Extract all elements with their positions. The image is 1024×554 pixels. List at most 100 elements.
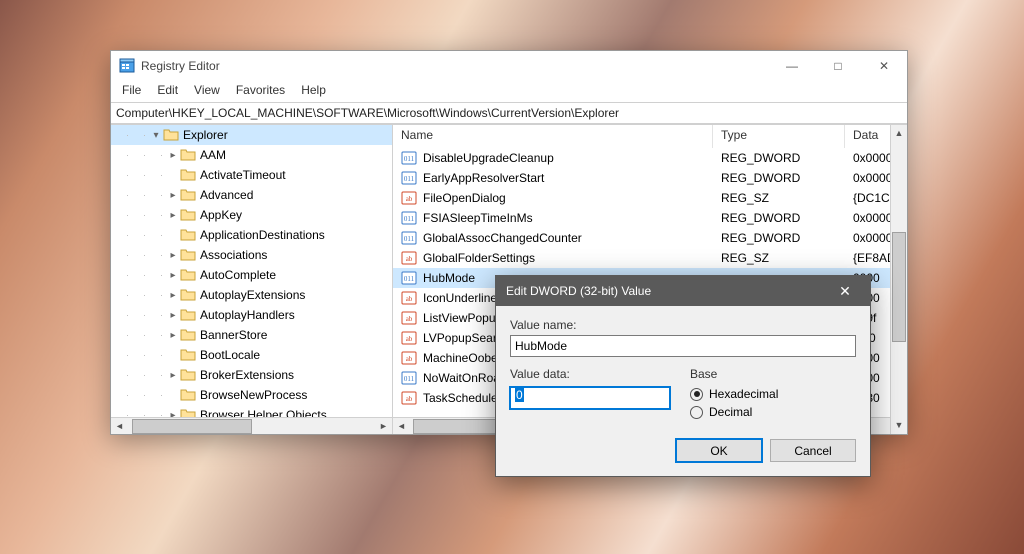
value-type: REG_DWORD bbox=[713, 231, 845, 245]
svg-text:011: 011 bbox=[404, 375, 415, 383]
value-name: ListViewPopup bbox=[423, 311, 502, 325]
maximize-button[interactable]: □ bbox=[815, 51, 861, 81]
tree-item[interactable]: BrowseNewProcess bbox=[111, 385, 392, 405]
tree-item-label: AppKey bbox=[200, 208, 242, 222]
value-data-label: Value data: bbox=[510, 367, 570, 381]
tree-item-label: BrokerExtensions bbox=[200, 368, 294, 382]
tree-item-label: Explorer bbox=[183, 128, 228, 142]
value-name: FileOpenDialog bbox=[423, 191, 506, 205]
list-row[interactable]: abGlobalFolderSettingsREG_SZ{EF8AD bbox=[393, 248, 907, 268]
ok-button[interactable]: OK bbox=[676, 439, 762, 462]
close-button[interactable]: ✕ bbox=[861, 51, 907, 81]
menu-help[interactable]: Help bbox=[294, 81, 333, 102]
list-headers: Name Type Data bbox=[393, 125, 907, 148]
value-data-selection: 0 bbox=[515, 388, 524, 402]
menu-view[interactable]: View bbox=[187, 81, 227, 102]
list-row[interactable]: abFileOpenDialogREG_SZ{DC1C! bbox=[393, 188, 907, 208]
tree-item[interactable]: ▸BrokerExtensions bbox=[111, 365, 392, 385]
tree-item-label: AutoComplete bbox=[200, 268, 276, 282]
dialog-close-button[interactable]: ✕ bbox=[830, 283, 860, 300]
svg-text:ab: ab bbox=[406, 295, 413, 303]
dialog-title: Edit DWORD (32-bit) Value bbox=[506, 284, 830, 298]
tree-item[interactable]: ▸Advanced bbox=[111, 185, 392, 205]
svg-text:011: 011 bbox=[404, 215, 415, 223]
value-data-input[interactable] bbox=[510, 387, 670, 409]
tree-item-label: BootLocale bbox=[200, 348, 260, 362]
list-row[interactable]: 011EarlyAppResolverStartREG_DWORD0x0000 bbox=[393, 168, 907, 188]
tree-item[interactable]: ActivateTimeout bbox=[111, 165, 392, 185]
menu-edit[interactable]: Edit bbox=[150, 81, 185, 102]
scrollbar-thumb[interactable] bbox=[132, 419, 252, 434]
minimize-button[interactable]: — bbox=[769, 51, 815, 81]
address-bar[interactable]: Computer\HKEY_LOCAL_MACHINE\SOFTWARE\Mic… bbox=[111, 102, 907, 124]
radio-hex-label: Hexadecimal bbox=[709, 387, 778, 401]
scroll-left-icon[interactable]: ◄ bbox=[393, 421, 410, 431]
tree-item[interactable]: ▸Browser Helper Objects bbox=[111, 405, 392, 417]
base-label: Base bbox=[690, 367, 856, 381]
column-type[interactable]: Type bbox=[713, 125, 845, 148]
radio-decimal[interactable]: Decimal bbox=[690, 405, 856, 419]
svg-text:ab: ab bbox=[406, 255, 413, 263]
svg-text:ab: ab bbox=[406, 395, 413, 403]
tree-item[interactable]: ▾Explorer bbox=[111, 125, 392, 145]
tree-scroll[interactable]: ▾Explorer▸AAM ActivateTimeout ▸Advanced▸Ap… bbox=[111, 125, 392, 417]
value-type: REG_SZ bbox=[713, 251, 845, 265]
titlebar: Registry Editor — □ ✕ bbox=[111, 51, 907, 81]
value-type: REG_DWORD bbox=[713, 151, 845, 165]
scroll-left-icon[interactable]: ◄ bbox=[111, 421, 128, 431]
list-row[interactable]: 011DisableUpgradeCleanupREG_DWORD0x0000 bbox=[393, 148, 907, 168]
radio-dot-icon bbox=[690, 388, 703, 401]
tree-item-label: Associations bbox=[200, 248, 267, 262]
tree-item[interactable]: ▸AutoplayExtensions bbox=[111, 285, 392, 305]
cancel-button[interactable]: Cancel bbox=[770, 439, 856, 462]
list-vertical-scrollbar[interactable]: ▲ ▼ bbox=[890, 125, 907, 434]
value-name: IconUnderline bbox=[423, 291, 497, 305]
tree-item[interactable]: ▸Associations bbox=[111, 245, 392, 265]
svg-text:ab: ab bbox=[406, 355, 413, 363]
value-type: REG_DWORD bbox=[713, 171, 845, 185]
tree-item[interactable]: BootLocale bbox=[111, 345, 392, 365]
value-type: REG_SZ bbox=[713, 191, 845, 205]
value-name: GlobalFolderSettings bbox=[423, 251, 535, 265]
menu-favorites[interactable]: Favorites bbox=[229, 81, 292, 102]
radio-hexadecimal[interactable]: Hexadecimal bbox=[690, 387, 856, 401]
registry-icon bbox=[119, 58, 135, 74]
tree-item[interactable]: ▸BannerStore bbox=[111, 325, 392, 345]
tree-item[interactable]: ▸AAM bbox=[111, 145, 392, 165]
scroll-up-icon[interactable]: ▲ bbox=[891, 125, 907, 142]
list-row[interactable]: 011FSIASleepTimeInMsREG_DWORD0x0000 bbox=[393, 208, 907, 228]
window-title: Registry Editor bbox=[141, 59, 769, 73]
tree-item-label: BrowseNewProcess bbox=[200, 388, 307, 402]
list-row[interactable]: 011GlobalAssocChangedCounterREG_DWORD0x0… bbox=[393, 228, 907, 248]
tree-item-label: ApplicationDestinations bbox=[200, 228, 325, 242]
svg-text:011: 011 bbox=[404, 155, 415, 163]
tree-item-label: Browser Helper Objects bbox=[200, 408, 327, 417]
radio-dec-label: Decimal bbox=[709, 405, 752, 419]
tree-item-label: AutoplayExtensions bbox=[200, 288, 305, 302]
tree-horizontal-scrollbar[interactable]: ◄ ► bbox=[111, 417, 392, 434]
tree-item[interactable]: ▸AutoplayHandlers bbox=[111, 305, 392, 325]
scroll-down-icon[interactable]: ▼ bbox=[891, 417, 907, 434]
menu-file[interactable]: File bbox=[115, 81, 148, 102]
value-name: EarlyAppResolverStart bbox=[423, 171, 544, 185]
svg-text:011: 011 bbox=[404, 175, 415, 183]
scroll-right-icon[interactable]: ► bbox=[375, 421, 392, 431]
tree-item[interactable]: ▸AppKey bbox=[111, 205, 392, 225]
svg-text:ab: ab bbox=[406, 335, 413, 343]
dialog-titlebar[interactable]: Edit DWORD (32-bit) Value ✕ bbox=[496, 276, 870, 306]
value-name: DisableUpgradeCleanup bbox=[423, 151, 554, 165]
tree-item[interactable]: ▸AutoComplete bbox=[111, 265, 392, 285]
tree-item[interactable]: ApplicationDestinations bbox=[111, 225, 392, 245]
menubar: File Edit View Favorites Help bbox=[111, 81, 907, 102]
column-name[interactable]: Name bbox=[393, 125, 713, 148]
value-type: REG_DWORD bbox=[713, 211, 845, 225]
tree-item-label: ActivateTimeout bbox=[200, 168, 286, 182]
value-name-input[interactable] bbox=[510, 335, 856, 357]
tree-pane: ▾Explorer▸AAM ActivateTimeout ▸Advanced▸Ap… bbox=[111, 125, 393, 434]
radio-dot-icon bbox=[690, 406, 703, 419]
tree-item-label: AAM bbox=[200, 148, 226, 162]
scrollbar-thumb[interactable] bbox=[892, 232, 906, 342]
tree-item-label: AutoplayHandlers bbox=[200, 308, 295, 322]
svg-text:ab: ab bbox=[406, 315, 413, 323]
tree-item-label: Advanced bbox=[200, 188, 253, 202]
